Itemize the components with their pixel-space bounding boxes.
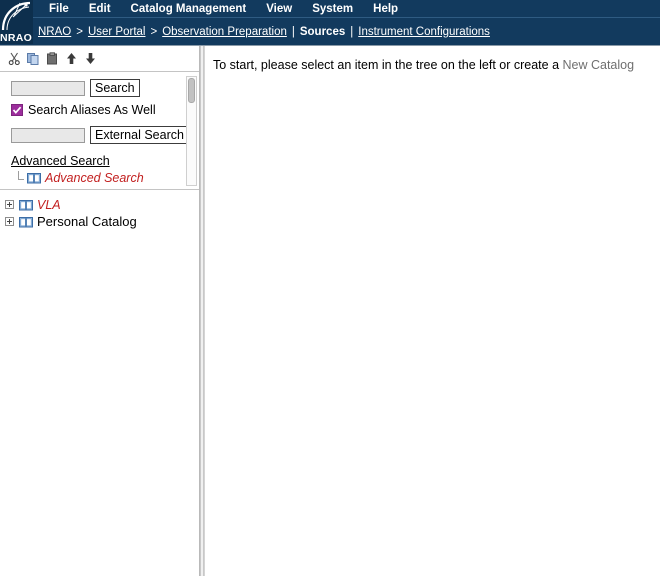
nrao-logo: NRAO: [0, 0, 33, 44]
breadcrumb-separator: >: [150, 25, 158, 38]
move-down-icon: [86, 53, 95, 64]
breadcrumb-observation-preparation[interactable]: Observation Preparation: [162, 26, 287, 38]
breadcrumb-instrument-configurations[interactable]: Instrument Configurations: [358, 26, 490, 38]
search-aliases-row: Search Aliases As Well: [11, 103, 199, 117]
menu-file[interactable]: File: [39, 1, 79, 17]
search-row: Search: [11, 79, 199, 97]
paste-button[interactable]: [44, 50, 61, 68]
empty-state-text: To start, please select an item in the t…: [213, 58, 563, 72]
edit-toolbar: [0, 46, 199, 72]
empty-state-message: To start, please select an item in the t…: [205, 46, 660, 72]
workspace: Search Search Aliases As Well External S…: [0, 46, 660, 576]
search-input[interactable]: [11, 80, 85, 96]
main-content: To start, please select an item in the t…: [204, 46, 660, 576]
cut-icon: [8, 52, 20, 65]
checkmark-icon: [12, 106, 22, 114]
menu-bar: File Edit Catalog Management View System…: [33, 0, 660, 18]
app-header: NRAO File Edit Catalog Management View S…: [0, 0, 660, 46]
tree-item-label-personal-catalog[interactable]: Personal Catalog: [37, 214, 137, 229]
tree-item-personal-catalog[interactable]: Personal Catalog: [5, 213, 199, 230]
menu-catalog-management[interactable]: Catalog Management: [121, 1, 257, 17]
external-search-button[interactable]: External Search: [90, 126, 189, 144]
svg-text:NRAO: NRAO: [0, 32, 32, 44]
external-search-input[interactable]: [11, 127, 85, 143]
breadcrumb-sources: Sources: [299, 25, 346, 38]
expand-icon[interactable]: [5, 200, 14, 209]
search-aliases-label: Search Aliases As Well: [28, 103, 156, 117]
menu-system[interactable]: System: [302, 1, 363, 17]
nrao-logo-icon: NRAO: [0, 0, 33, 44]
external-search-row: External Search: [11, 126, 199, 144]
paste-icon: [47, 52, 57, 65]
tree-elbow-connector: [15, 171, 27, 185]
breadcrumb-nrao[interactable]: NRAO: [38, 26, 71, 38]
search-panel-scrollbar[interactable]: [186, 76, 197, 186]
move-up-icon: [67, 53, 76, 64]
copy-icon: [27, 53, 39, 65]
menu-help[interactable]: Help: [363, 1, 408, 17]
book-icon: [27, 173, 41, 184]
breadcrumb: NRAO > User Portal > Observation Prepara…: [33, 18, 660, 45]
book-icon: [19, 199, 33, 210]
menu-view[interactable]: View: [256, 1, 302, 17]
search-panel: Search Search Aliases As Well External S…: [0, 72, 199, 190]
scrollbar-thumb[interactable]: [188, 78, 195, 103]
breadcrumb-separator: |: [291, 25, 295, 38]
left-pane: Search Search Aliases As Well External S…: [0, 46, 200, 576]
tree-item-vla[interactable]: VLA: [5, 196, 199, 213]
new-catalog-link[interactable]: New Catalog: [563, 58, 635, 72]
move-up-button[interactable]: [63, 50, 80, 68]
breadcrumb-separator: |: [350, 25, 354, 38]
move-down-button[interactable]: [82, 50, 99, 68]
advanced-search-node[interactable]: Advanced Search: [15, 171, 199, 185]
search-aliases-checkbox[interactable]: [11, 104, 23, 116]
advanced-search-section: Advanced Search Advanced Search: [11, 150, 199, 185]
menu-edit[interactable]: Edit: [79, 1, 121, 17]
breadcrumb-user-portal[interactable]: User Portal: [88, 26, 146, 38]
advanced-search-header[interactable]: Advanced Search: [11, 154, 110, 168]
advanced-search-node-label[interactable]: Advanced Search: [45, 171, 144, 185]
search-button[interactable]: Search: [90, 79, 140, 97]
tree-item-label-vla[interactable]: VLA: [37, 198, 61, 212]
expand-icon[interactable]: [5, 217, 14, 226]
catalog-tree: VLA Personal Catalog: [0, 190, 199, 230]
book-icon: [19, 216, 33, 227]
copy-button[interactable]: [25, 50, 42, 68]
breadcrumb-separator: >: [76, 25, 83, 38]
cut-button[interactable]: [6, 50, 23, 68]
